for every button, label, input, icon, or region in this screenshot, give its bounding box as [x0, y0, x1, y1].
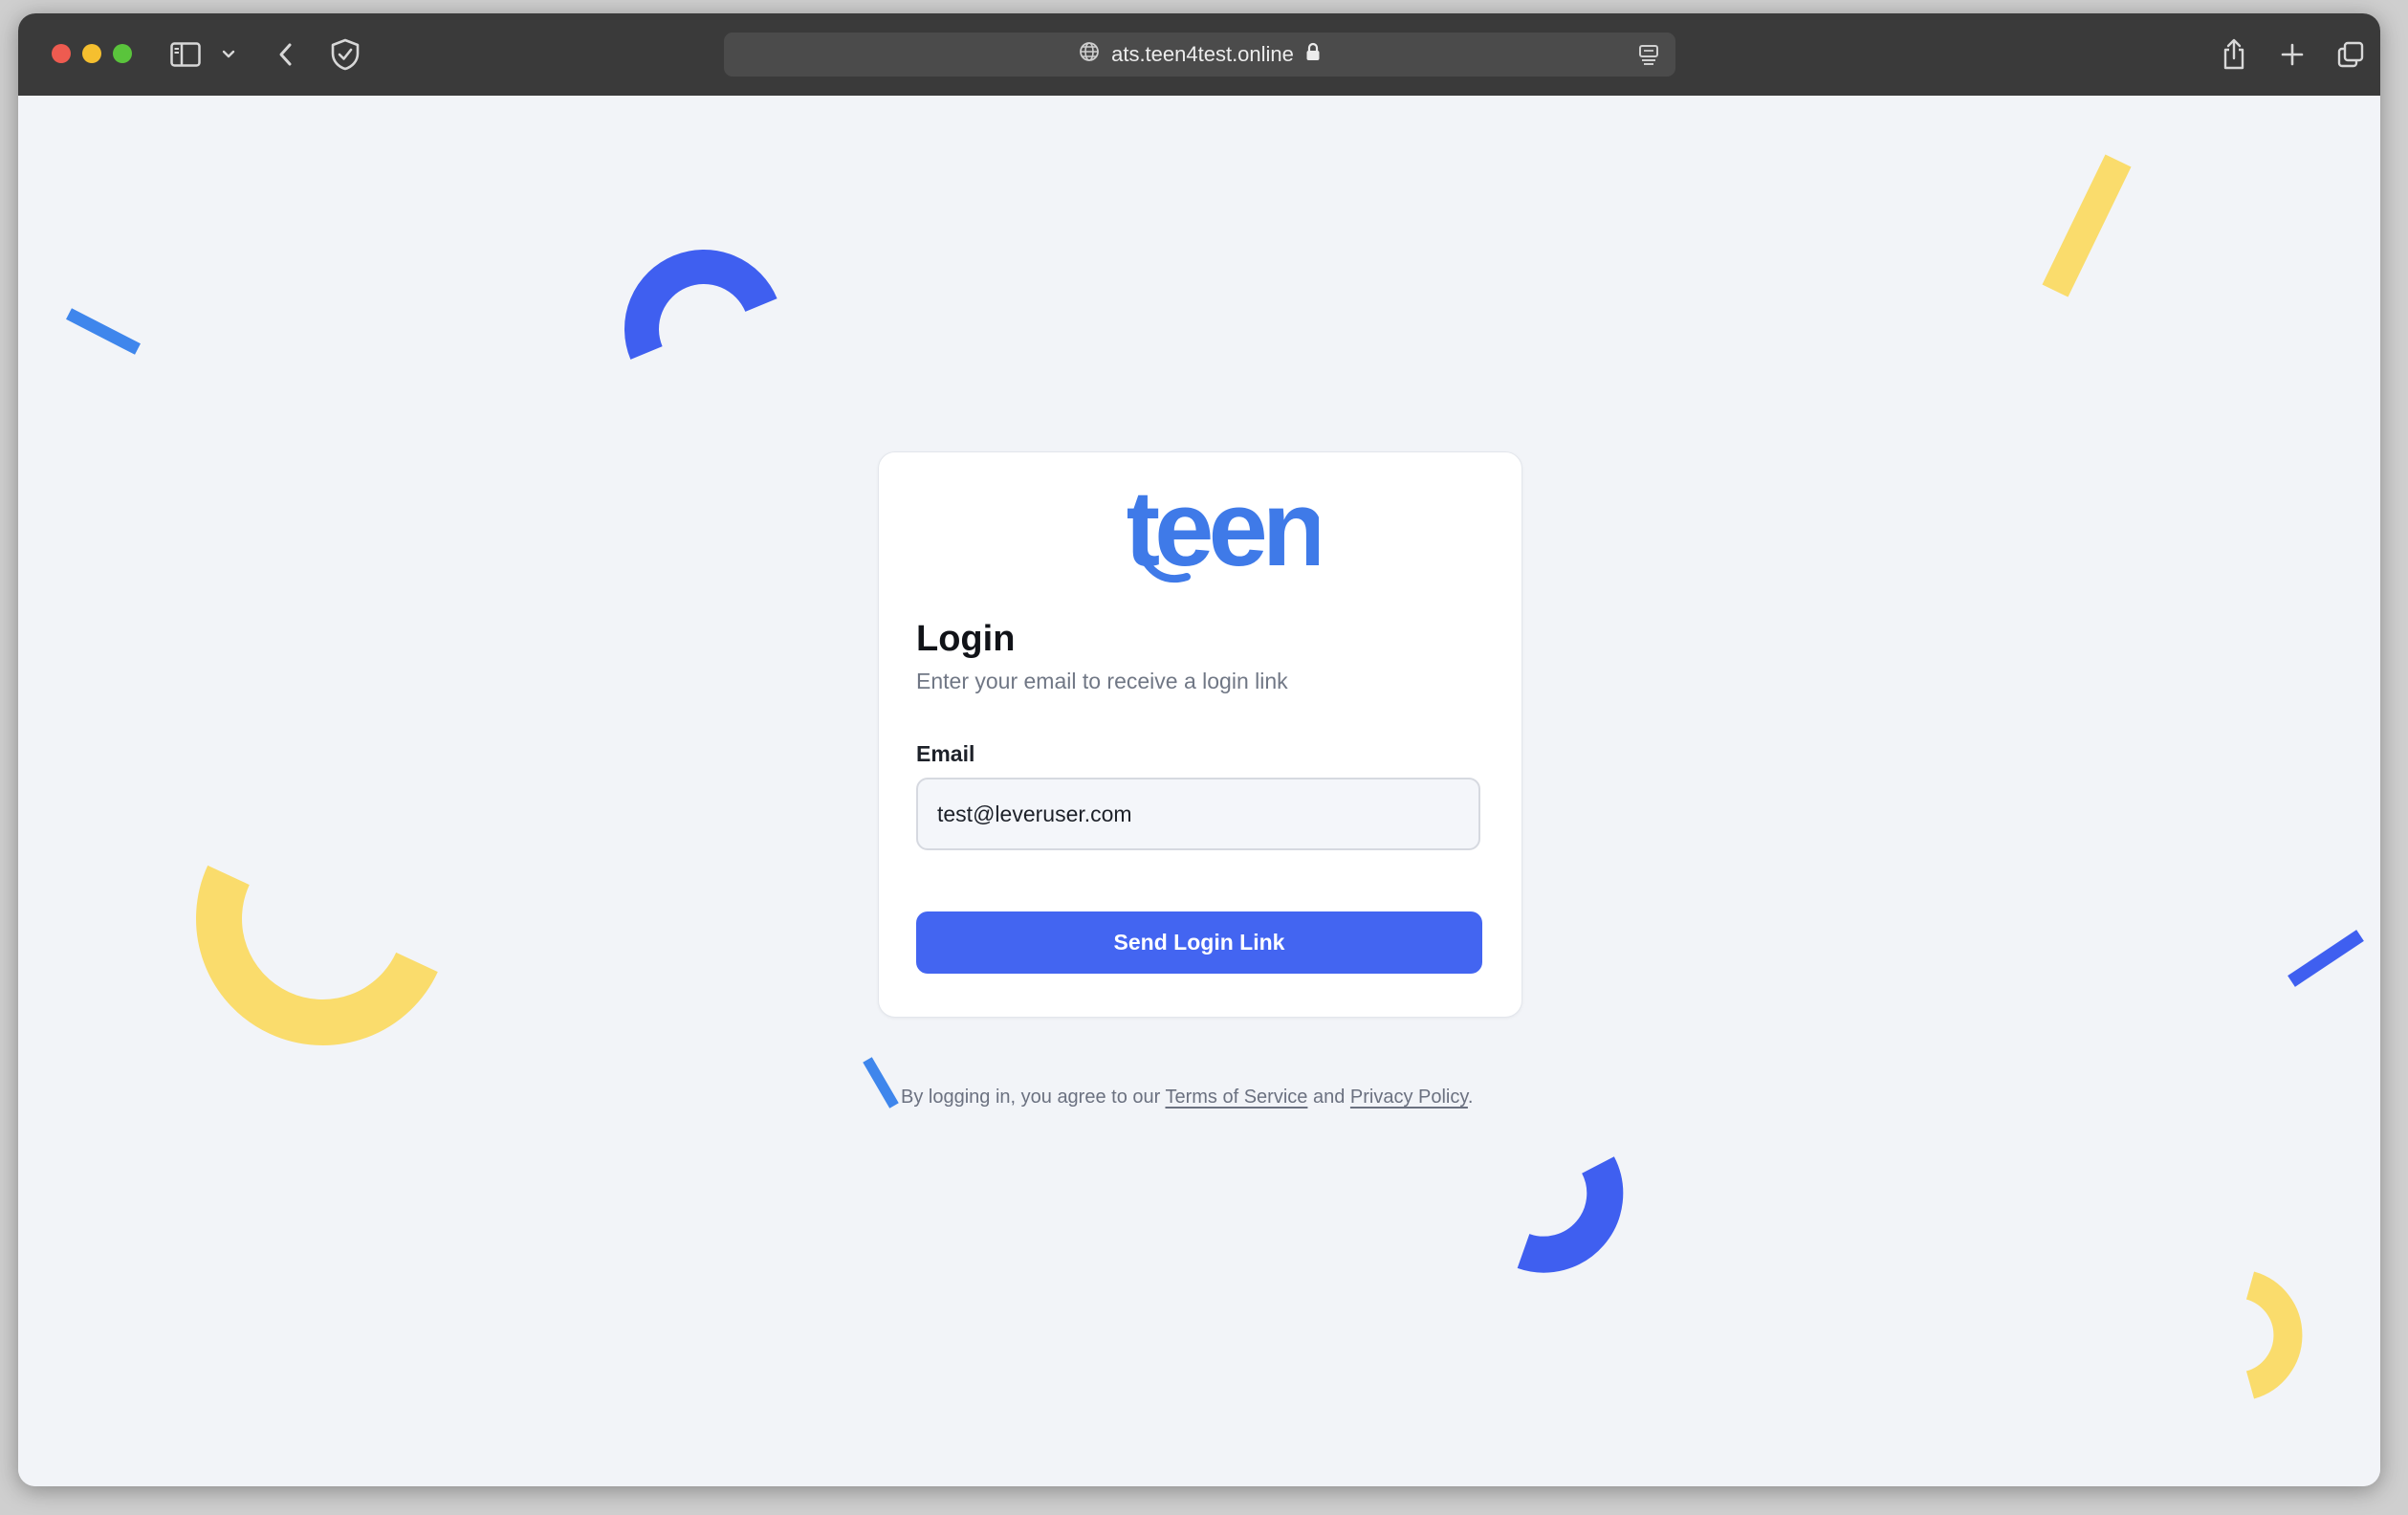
blue-tick-shape — [860, 1052, 908, 1119]
url-text: ats.teen4test.online — [1111, 42, 1294, 66]
blue-dash-shape — [61, 306, 147, 363]
yellow-bar-shape — [2026, 149, 2141, 312]
page-subtitle: Enter your email to receive a login link — [916, 669, 1288, 693]
tabs-icon[interactable] — [2335, 34, 2366, 75]
page-title: Login — [916, 619, 1016, 659]
blue-arc-shape-bottom — [1491, 1148, 1682, 1310]
send-login-link-button[interactable]: Send Login Link — [916, 911, 1482, 974]
login-page: teen Login Enter your email to receive a… — [18, 96, 2380, 1486]
blue-dash-shape-right — [2270, 924, 2366, 1000]
privacy-policy-link[interactable]: Privacy Policy — [1350, 1087, 1468, 1108]
teen-logo: teen — [1125, 469, 1327, 588]
address-bar[interactable]: ats.teen4test.online — [724, 33, 1675, 77]
email-label: Email — [916, 741, 975, 766]
footer-and: and — [1307, 1087, 1350, 1108]
browser-toolbar: ats.teen4test.online — [18, 13, 2380, 96]
lock-icon — [1305, 41, 1321, 68]
reader-icon[interactable] — [1637, 43, 1660, 71]
zoom-window-button[interactable] — [113, 44, 132, 63]
yellow-arc-shape-bottom — [2218, 1262, 2352, 1416]
footer-prefix: By logging in, you agree to our — [901, 1087, 1166, 1108]
sidebar-icon[interactable] — [169, 34, 202, 75]
yellow-arc-shape — [171, 832, 458, 1062]
footer-suffix: . — [1467, 1087, 1474, 1108]
terms-notice: By logging in, you agree to our Terms of… — [901, 1087, 1473, 1109]
login-card: teen Login Enter your email to receive a… — [878, 451, 1522, 1018]
plus-icon[interactable] — [2279, 34, 2306, 75]
shield-icon[interactable] — [328, 34, 362, 75]
terms-of-service-link[interactable]: Terms of Service — [1165, 1087, 1307, 1108]
close-window-button[interactable] — [52, 44, 71, 63]
browser-window: ats.teen4test.online teen Login Enter yo… — [18, 13, 2380, 1486]
minimize-window-button[interactable] — [82, 44, 101, 63]
chevron-left-icon[interactable] — [274, 34, 297, 75]
email-field[interactable] — [916, 778, 1480, 850]
globe-icon — [1079, 41, 1100, 68]
chevron-down-icon[interactable] — [219, 34, 238, 75]
share-icon[interactable] — [2220, 34, 2248, 75]
blue-arc-shape — [624, 250, 780, 404]
